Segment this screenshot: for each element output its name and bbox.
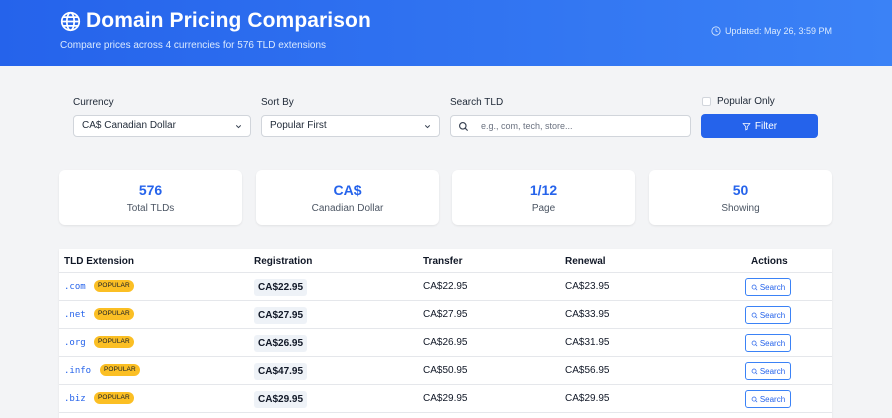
tld-extension[interactable]: .net [64,310,86,320]
stat-label: Canadian Dollar [311,203,384,214]
popular-badge: POPULAR [94,392,134,404]
search-tld-box[interactable] [450,115,691,137]
sort-select[interactable]: Popular First [261,115,440,137]
search-domain-button[interactable]: Search [745,390,791,408]
globe-icon [60,11,81,32]
search-domain-button[interactable]: Search [745,362,791,380]
stat-label: Page [531,203,556,214]
search-tld-input[interactable] [481,118,681,134]
search-button-label: Search [759,338,786,348]
search-icon [751,396,758,402]
search-icon [751,312,758,318]
renewal-price: CA$31.95 [565,337,610,348]
tld-extension[interactable]: .org [64,338,86,348]
table-row: .com POPULAR CA$22.95 CA$22.95 CA$23.95 … [59,273,832,301]
chevron-down-icon [235,125,242,129]
transfer-price: CA$27.95 [423,309,468,320]
search-icon [459,122,469,132]
table-row: .info POPULAR CA$47.95 CA$50.95 CA$56.95… [59,357,832,385]
popular-only-label: Popular Only [717,96,775,107]
table-row: .biz POPULAR CA$29.95 CA$29.95 CA$29.95 … [59,385,832,413]
search-icon [751,368,758,374]
registration-price: CA$29.95 [254,391,308,408]
stat-card-showing: 50 Showing [649,170,832,225]
registration-price: CA$47.95 [254,363,308,380]
page-header: Domain Pricing Comparison Compare prices… [0,0,892,66]
transfer-price: CA$29.95 [423,393,468,404]
registration-price: CA$26.95 [254,335,308,352]
column-header-transfer: Transfer [423,256,463,267]
pricing-table: TLD Extension Registration Transfer Rene… [59,249,832,418]
popular-only-toggle[interactable]: Popular Only [702,96,775,107]
clock-icon [711,26,721,36]
filter-button-label: Filter [754,120,778,132]
page-title: Domain Pricing Comparison [86,9,371,32]
popular-badge: POPULAR [100,364,140,376]
stat-value: 576 [138,182,163,198]
currency-label: Currency [73,97,114,108]
registration-price: CA$27.95 [254,307,308,324]
table-row: .org POPULAR CA$26.95 CA$26.95 CA$31.95 … [59,329,832,357]
stat-card-page: 1/12 Page [452,170,635,225]
renewal-price: CA$33.95 [565,309,610,320]
search-domain-button[interactable]: Search [745,334,791,352]
search-button-label: Search [759,394,786,404]
popular-badge: POPULAR [94,336,134,348]
stat-card-total-tlds: 576 Total TLDs [59,170,242,225]
tld-extension[interactable]: .biz [64,394,86,404]
popular-badge: POPULAR [94,280,134,292]
renewal-price: CA$23.95 [565,281,610,292]
renewal-price: CA$56.95 [565,365,610,376]
tld-extension[interactable]: .info [64,366,91,376]
stat-label: Showing [721,203,760,214]
transfer-price: CA$26.95 [423,337,468,348]
page-subtitle: Compare prices across 4 currencies for 5… [60,40,327,51]
search-button-label: Search [759,310,786,320]
column-header-renewal: Renewal [565,256,606,267]
registration-price: CA$22.95 [254,279,308,296]
table-header: TLD Extension Registration Transfer Rene… [59,249,832,273]
stat-label: Total TLDs [126,203,175,214]
column-header-tld: TLD Extension [64,256,135,267]
search-icon [751,340,758,346]
sort-label: Sort By [261,97,294,108]
popular-badge: POPULAR [94,308,134,320]
stat-value: 1/12 [529,182,558,198]
chevron-down-icon [424,125,431,129]
search-button-label: Search [759,366,786,376]
renewal-price: CA$29.95 [565,393,610,404]
table-row: .net POPULAR CA$27.95 CA$27.95 CA$33.95 … [59,301,832,329]
last-updated-text: Updated: May 26, 3:59 PM [724,26,832,36]
popular-only-checkbox[interactable] [702,97,711,106]
column-header-actions: Actions [751,256,788,267]
stat-value: CA$ [333,182,362,198]
stat-card-currency: CA$ Canadian Dollar [256,170,439,225]
tld-extension[interactable]: .com [64,282,86,292]
search-domain-button[interactable]: Search [745,306,791,324]
filter-icon [742,122,751,130]
search-icon [751,284,758,290]
stat-value: 50 [732,182,749,198]
currency-select-value: CA$ Canadian Dollar [82,120,176,131]
column-header-registration: Registration [254,256,313,267]
transfer-price: CA$50.95 [423,365,468,376]
search-button-label: Search [759,282,786,292]
search-domain-button[interactable]: Search [745,278,791,296]
currency-select[interactable]: CA$ Canadian Dollar [73,115,251,137]
last-updated: Updated: May 26, 3:59 PM [711,26,832,36]
sort-select-value: Popular First [270,120,327,131]
filter-button[interactable]: Filter [701,114,818,138]
search-tld-label: Search TLD [450,97,504,108]
transfer-price: CA$22.95 [423,281,468,292]
